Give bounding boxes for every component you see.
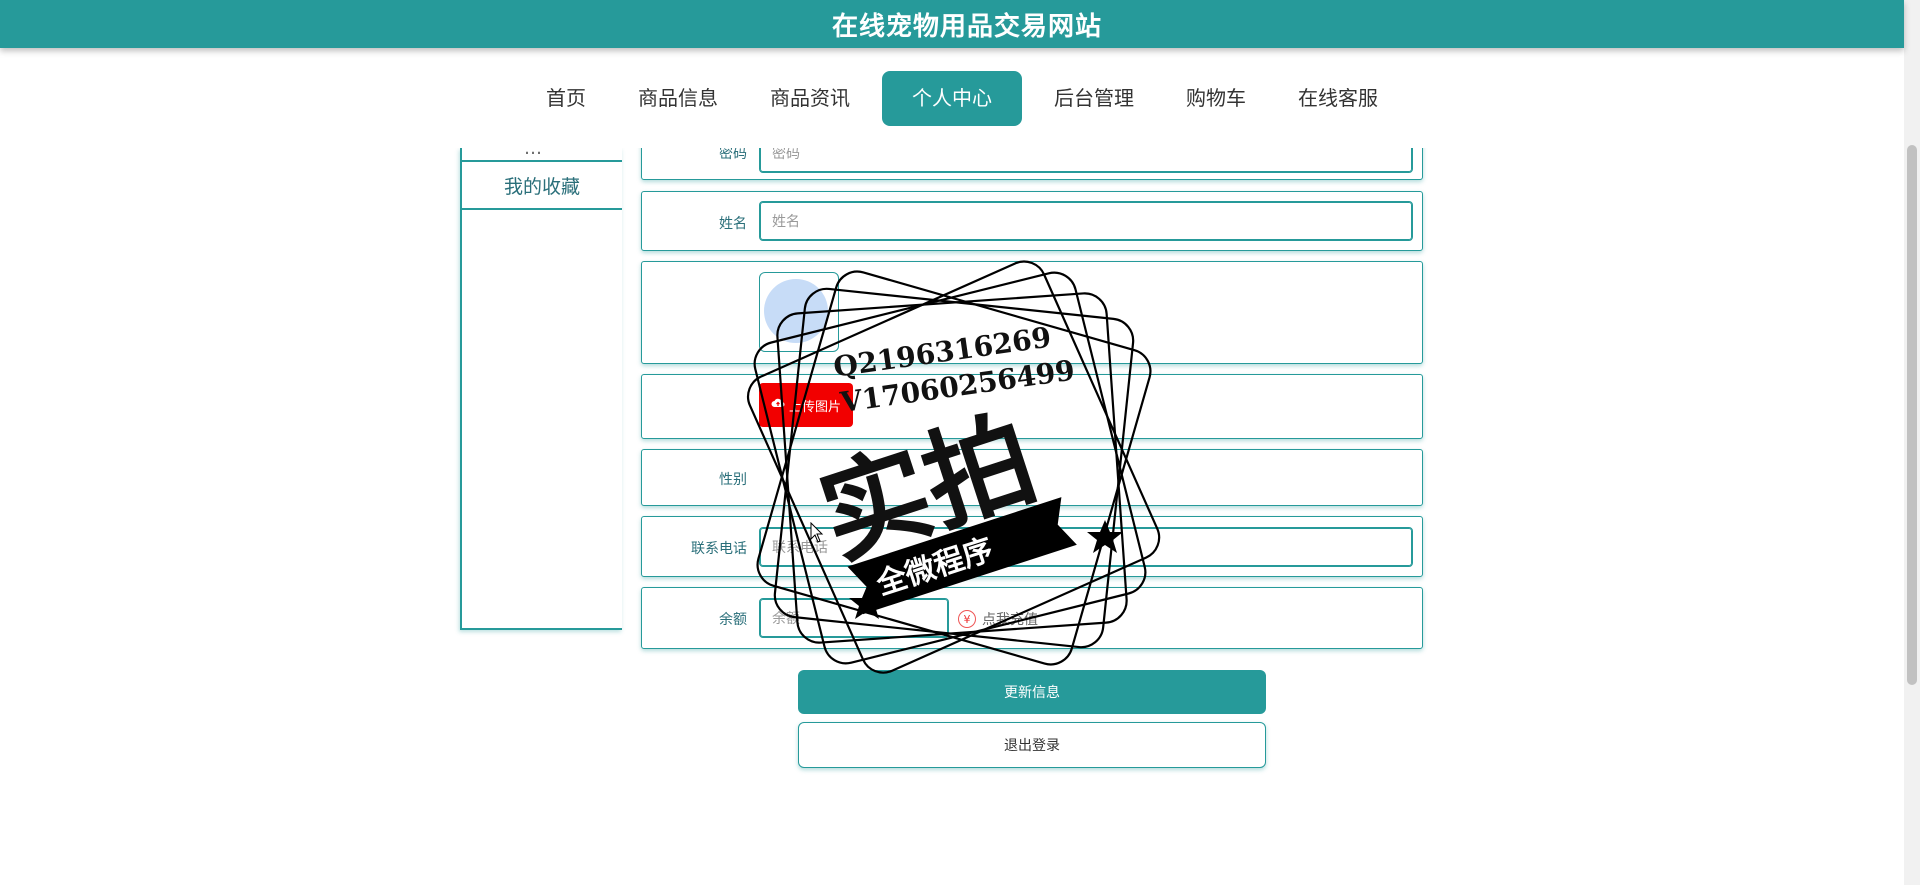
balance-row: 余额 余额 ¥ 点我充值 <box>641 587 1423 649</box>
name-input[interactable]: 姓名 <box>759 201 1413 241</box>
sidebar-item-partial[interactable]: … <box>462 148 622 162</box>
logout-button[interactable]: 退出登录 <box>798 722 1266 768</box>
nav-item-personal-center[interactable]: 个人中心 <box>882 70 1022 126</box>
name-label: 姓名 <box>719 216 747 232</box>
gender-row: 性别 <box>641 449 1423 506</box>
avatar[interactable] <box>759 272 839 352</box>
balance-input[interactable]: 余额 <box>759 598 949 638</box>
recharge-label: 点我充值 <box>982 612 1038 628</box>
main-nav: 首页 商品信息 商品资讯 个人中心 后台管理 购物车 在线客服 <box>0 48 1904 148</box>
site-title: 在线宠物用品交易网站 <box>831 11 1102 42</box>
sidebar-item-favorites[interactable]: 我的收藏 <box>462 162 622 210</box>
name-row: 姓名 姓名 <box>641 191 1423 251</box>
upload-row: 上传图片 <box>641 374 1423 439</box>
nav-item-cart[interactable]: 购物车 <box>1160 71 1272 126</box>
yen-icon: ¥ <box>958 610 976 628</box>
upload-image-label: 上传图片 <box>788 399 841 415</box>
nav-item-admin[interactable]: 后台管理 <box>1028 71 1160 126</box>
gender-label: 性别 <box>719 472 747 488</box>
nav-item-customer-service[interactable]: 在线客服 <box>1272 71 1404 126</box>
site-header: 在线宠物用品交易网站 <box>0 0 1904 48</box>
upload-image-button[interactable]: 上传图片 <box>759 383 853 427</box>
phone-label: 联系电话 <box>691 541 747 557</box>
phone-input[interactable]: 联系电话 <box>759 527 1413 567</box>
cloud-upload-icon <box>771 397 785 413</box>
page-scrollbar[interactable] <box>1904 0 1920 885</box>
mouse-cursor-icon <box>810 521 824 548</box>
profile-sidebar: … 我的收藏 <box>460 148 622 630</box>
avatar-image <box>764 279 828 343</box>
nav-item-products[interactable]: 商品信息 <box>612 71 744 126</box>
recharge-link[interactable]: ¥ 点我充值 <box>958 609 1038 629</box>
nav-item-news[interactable]: 商品资讯 <box>744 71 876 126</box>
phone-row: 联系电话 联系电话 <box>641 516 1423 577</box>
scrollbar-thumb[interactable] <box>1907 145 1917 685</box>
balance-label: 余额 <box>719 612 747 628</box>
nav-item-home[interactable]: 首页 <box>520 71 612 126</box>
update-info-button[interactable]: 更新信息 <box>798 670 1266 714</box>
avatar-row <box>641 261 1423 364</box>
